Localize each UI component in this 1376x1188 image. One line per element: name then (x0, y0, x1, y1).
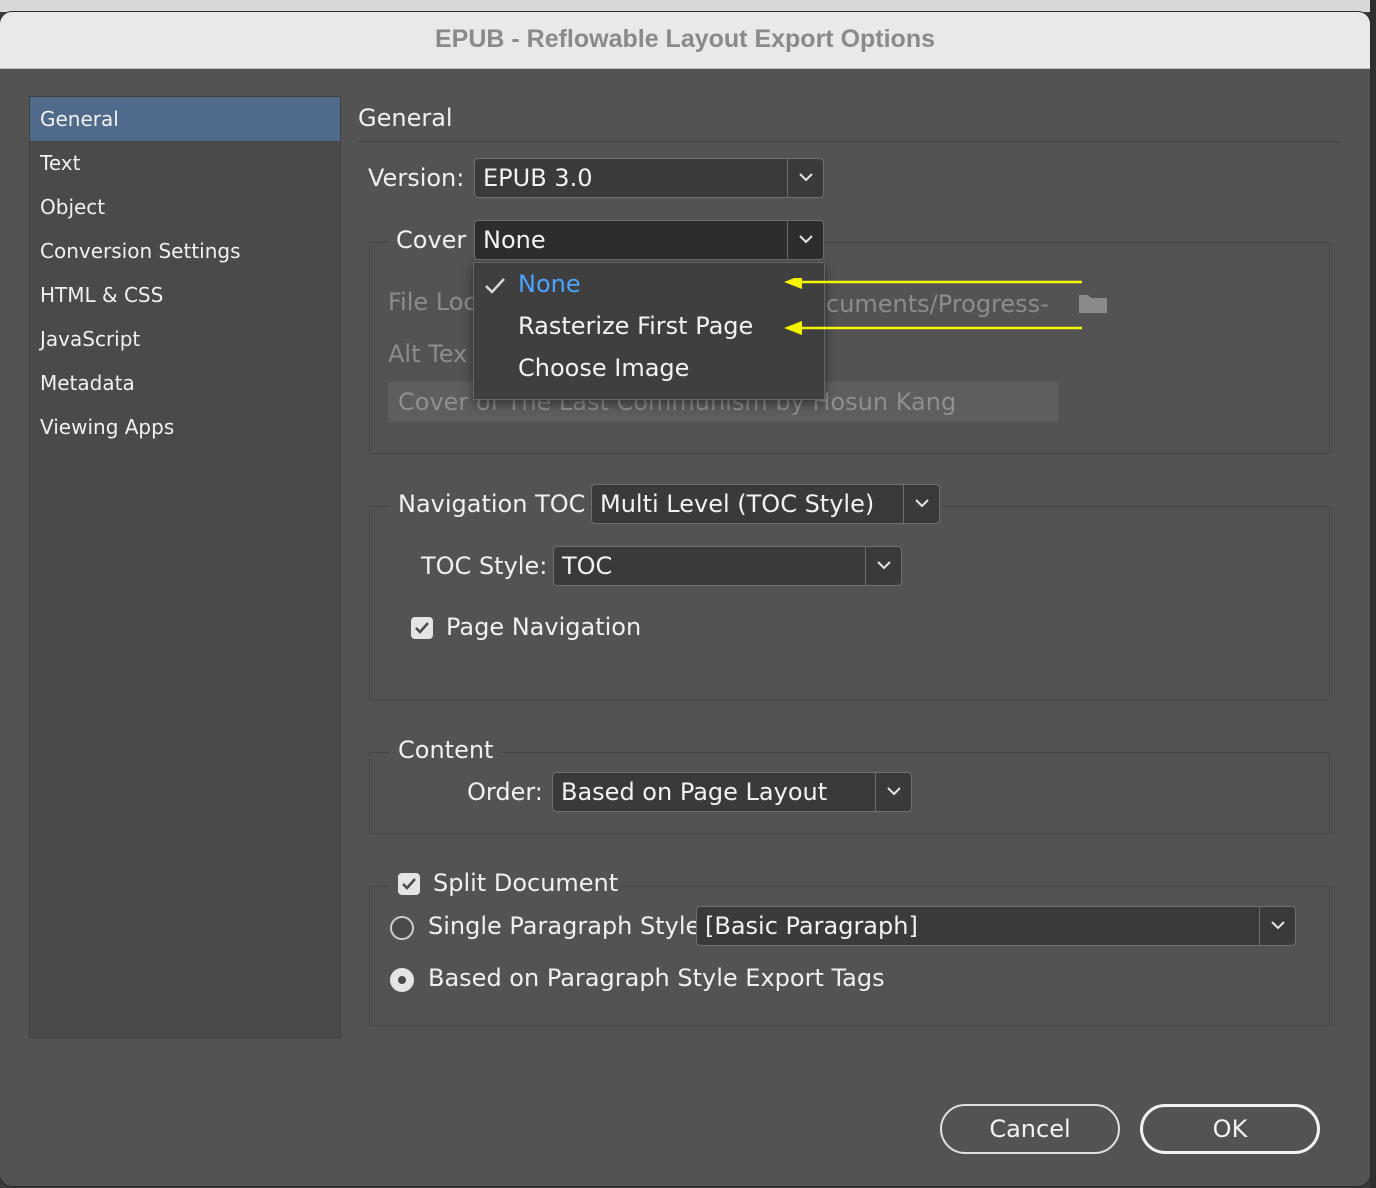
sidebar-item-html-css[interactable]: HTML & CSS (30, 273, 340, 317)
toc-style-value: TOC (562, 552, 613, 580)
chevron-down-icon[interactable] (787, 159, 823, 197)
version-label: Version: (368, 164, 465, 192)
version-value: EPUB 3.0 (483, 164, 593, 192)
page-navigation-checkbox[interactable] (411, 617, 433, 639)
content-label: Content (390, 736, 502, 764)
annotation-arrows (780, 275, 1090, 342)
cover-value: None (483, 226, 546, 254)
export-tags-radio[interactable] (390, 968, 414, 992)
toc-style-label: TOC Style: (421, 552, 548, 580)
sidebar-item-object[interactable]: Object (30, 185, 340, 229)
chevron-down-icon[interactable] (1259, 907, 1295, 945)
dialog-title: EPUB - Reflowable Layout Export Options (434, 25, 936, 53)
cancel-button[interactable]: Cancel (940, 1104, 1120, 1154)
split-document-label[interactable]: Split Document (433, 869, 618, 897)
cover-option-choose-image[interactable]: Choose Image (518, 354, 689, 382)
sidebar-item-javascript[interactable]: JavaScript (30, 317, 340, 361)
category-sidebar: General Text Object Conversion Settings … (29, 96, 341, 1038)
chevron-down-icon[interactable] (787, 221, 823, 259)
export-tags-label[interactable]: Based on Paragraph Style Export Tags (428, 964, 885, 992)
chevron-down-icon[interactable] (865, 547, 901, 585)
title-bar[interactable]: EPUB - Reflowable Layout Export Options (0, 12, 1370, 69)
cover-option-rasterize-first-page[interactable]: Rasterize First Page (518, 312, 753, 340)
paragraph-style-select[interactable]: [Basic Paragraph] (696, 906, 1296, 946)
order-select[interactable]: Based on Page Layout (552, 772, 912, 812)
navigation-group (369, 506, 1330, 700)
ok-button[interactable]: OK (1140, 1104, 1320, 1154)
chevron-down-icon[interactable] (875, 773, 911, 811)
cover-option-none[interactable]: None (518, 270, 581, 298)
cover-dropdown-menu: None Rasterize First Page Choose Image (473, 262, 825, 400)
panel-title: General (358, 104, 453, 132)
sidebar-item-general[interactable]: General (30, 97, 340, 141)
split-document-checkbox[interactable] (398, 873, 420, 895)
single-paragraph-style-label[interactable]: Single Paragraph Style (428, 912, 700, 940)
export-options-dialog: EPUB - Reflowable Layout Export Options … (0, 12, 1370, 1186)
sidebar-item-viewing-apps[interactable]: Viewing Apps (30, 405, 340, 449)
alt-text-label: Alt Tex (388, 340, 468, 368)
order-value: Based on Page Layout (561, 778, 828, 806)
chevron-down-icon[interactable] (903, 485, 939, 523)
sidebar-item-text[interactable]: Text (30, 141, 340, 185)
single-paragraph-style-radio[interactable] (390, 916, 414, 940)
cover-label: Cover (388, 226, 474, 256)
panel-divider (358, 141, 1340, 142)
background-window-edge (0, 0, 1376, 12)
order-label: Order: (467, 778, 543, 806)
checkmark-icon (484, 277, 506, 299)
version-select[interactable]: EPUB 3.0 (474, 158, 824, 198)
toc-style-select[interactable]: TOC (553, 546, 902, 586)
page-navigation-label[interactable]: Page Navigation (446, 613, 641, 641)
background-window-edge-right (1370, 0, 1376, 1188)
paragraph-style-value: [Basic Paragraph] (705, 912, 918, 940)
file-location-label: File Loc (388, 288, 477, 316)
sidebar-item-metadata[interactable]: Metadata (30, 361, 340, 405)
navigation-toc-select[interactable]: Multi Level (TOC Style) (591, 484, 940, 524)
navigation-toc-label: Navigation TOC (390, 490, 594, 518)
sidebar-item-conversion-settings[interactable]: Conversion Settings (30, 229, 340, 273)
navigation-toc-value: Multi Level (TOC Style) (600, 490, 875, 518)
cover-select[interactable]: None (474, 220, 824, 260)
